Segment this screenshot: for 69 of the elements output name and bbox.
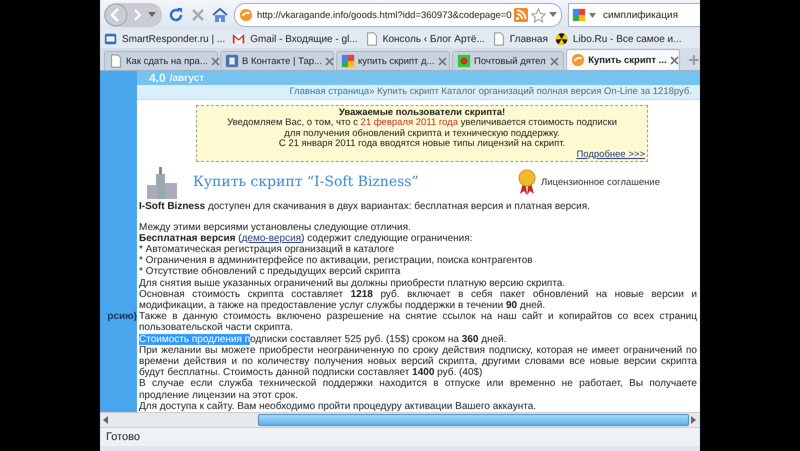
browser-tab[interactable]: Как сдать на пра... — [104, 51, 218, 70]
page-icon — [109, 54, 123, 68]
demo-version-link[interactable]: демо-версия — [242, 232, 302, 244]
dropdown-caret-icon[interactable] — [549, 12, 557, 18]
bookmark-link[interactable]: Libo.Ru - Все самое и... — [554, 32, 682, 46]
stop-icon[interactable] — [190, 7, 206, 23]
notice-text: Уведомляем Вас, о том, что с 21 февраля 2011 года увеличивается стоимость подписки — [226, 118, 618, 129]
radiation-icon — [554, 32, 569, 46]
close-icon[interactable] — [210, 56, 220, 66]
dropdown-caret-icon[interactable] — [589, 12, 596, 18]
new-tab-icon[interactable] — [688, 54, 700, 66]
address-field[interactable]: http://vkaragande.info/goods.html?idd=360973&codepage=0 — [234, 3, 562, 27]
paragraph: При желании вы можете приобрести неограниченную по сроку действия подписку, которая не имеет ограничений по времени действия и по количеству получения новых версий скрипта, другими словами все новые версии скрипта будут бесплатны. Стоимость данной подписки составляет 1400 руб. (40$) — [139, 344, 697, 378]
paragraph: * Отсутствие обновлений с предыдущих версий скрипта — [139, 266, 402, 278]
google-logo-icon — [341, 54, 355, 68]
paragraph: * Автоматическая регистрация организаций в каталоге — [139, 244, 394, 256]
paragraph: Бесплатная версия (демо-версия) содержит следующие ограничения: — [139, 232, 474, 244]
close-icon[interactable] — [670, 56, 679, 64]
paragraph: В случае если служба технической поддержки находится в отпуске или временно не работает, Вы получаете продление лицензии на этот срок. — [139, 378, 697, 401]
search-field[interactable]: симплификация — [568, 3, 700, 27]
page-icon — [492, 32, 506, 46]
breadcrumb-link[interactable]: Главная страница — [289, 86, 370, 98]
award-ribbon-icon — [516, 169, 537, 196]
version-text: 4.0 — [149, 71, 166, 85]
dropdown-caret-icon[interactable] — [148, 12, 156, 18]
scrollbar-thumb[interactable] — [258, 414, 689, 426]
site-logo-icon — [571, 53, 586, 67]
month-text: /август — [170, 72, 204, 84]
paragraph: Стоимость продления подписки составляет 525 руб. (15$) сроком на 360 дней. — [139, 334, 508, 345]
bookmark-link[interactable]: Gmail - Входящие - gl... — [232, 32, 358, 46]
google-logo-icon — [572, 8, 586, 22]
reload-icon[interactable] — [168, 7, 184, 23]
close-icon[interactable] — [550, 56, 560, 66]
paragraph: Также в данную стоимость включено разрешение на снятие ссылок на наш сайт и копирайтов со всех страниц пользовательской части скрипта. — [139, 311, 697, 334]
envelope-icon — [232, 32, 246, 46]
browser-tab[interactable]: купить скрипт д... — [336, 51, 450, 70]
license-link[interactable]: Лицензионное соглашение — [516, 169, 660, 196]
sidebar-text: рсию) — [107, 311, 137, 322]
notice-title: Уважаемые пользователи скрипта! — [338, 108, 506, 118]
close-icon[interactable] — [324, 56, 334, 66]
page-title: Купить скрипт “I-Soft Bizness” — [193, 174, 420, 190]
back-forward-buttons[interactable] — [104, 3, 162, 27]
browser-tab[interactable]: Почтовый дятел — [452, 51, 564, 70]
paragraph: Основная стоимость скрипта составляет 1218 руб. включает в себя пакет обновлений на новые версии и модификации, а также на предоставление услуг службы поддержки в течении 90 дней. — [139, 288, 697, 312]
rss-feed-icon[interactable] — [514, 8, 528, 22]
paragraph: Для снятия выше указанных ограничений вы должны приобрести платную версию скрипта. — [139, 278, 566, 289]
paragraph: * Ограничения в админинтерфейсе по активации, регистрации, поиска контрагентов — [139, 255, 534, 266]
star-icon[interactable] — [531, 8, 546, 22]
more-link[interactable]: Подробнее >>> — [576, 148, 645, 160]
paragraph: I-Soft Bizness доступен для скачивания в двух вариантах: бесплатная версия и платная версия. — [139, 201, 591, 213]
status-text: Готово — [106, 431, 140, 443]
horizontal-scrollbar[interactable] — [100, 412, 700, 427]
page-icon — [364, 32, 379, 46]
site-logo-icon — [239, 8, 253, 22]
scroll-left-arrow-icon[interactable] — [103, 416, 109, 424]
close-icon[interactable] — [438, 56, 446, 66]
paragraph: Между этими версиями установлены следующие отличия. — [139, 222, 412, 233]
notice-text: С 21 января 2011 года вводятся новые типы лицензий на скрипт. — [278, 139, 566, 150]
scroll-right-arrow-icon[interactable] — [691, 416, 697, 424]
home-icon[interactable] — [212, 7, 228, 23]
breadcrumb-text: » Купить скрипт Каталог организаций полная версия On-Line за 1218руб. — [369, 86, 692, 98]
browser-tab[interactable]: Купить скрипт ... — [566, 49, 680, 70]
browser-tab[interactable]: В Контакте | Тар... — [220, 51, 334, 70]
bookmark-link[interactable]: Главная — [492, 32, 548, 46]
skyscraper-icon — [145, 165, 179, 200]
bookmark-link[interactable]: SmartResponder.ru | ... — [104, 32, 226, 46]
bookmark-link[interactable]: Консоль ‹ Блог Артё... — [364, 32, 485, 46]
notice-text: для получения обновлений скрипта и техническую поддержку. — [283, 128, 561, 139]
paragraph: Для доступа к сайту. Вам необходимо пройти процедуру активации Вашего аккаунта. — [139, 400, 538, 412]
